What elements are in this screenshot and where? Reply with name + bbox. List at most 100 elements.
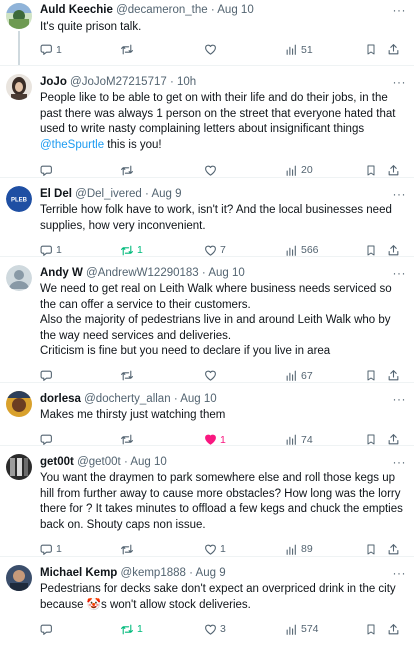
like-button[interactable]	[204, 162, 220, 178]
tweet-text-part: this is you!	[104, 138, 162, 151]
like-button[interactable]: 7	[204, 242, 226, 258]
author-name[interactable]: JoJo	[40, 76, 67, 88]
action-bar: 1 1 7 566	[40, 242, 406, 258]
retweet-button[interactable]	[120, 162, 137, 178]
like-button[interactable]	[204, 42, 220, 58]
bookmark-button[interactable]	[365, 42, 377, 58]
tweet-header: Michael Kemp @kemp1888 · Aug 9	[40, 557, 406, 580]
share-button[interactable]	[387, 162, 400, 178]
tweet[interactable]: Michael Kemp @kemp1888 · Aug 9 ··· Pedes…	[0, 557, 414, 650]
author-name[interactable]: Auld Keechie	[40, 4, 113, 16]
more-icon[interactable]: ···	[393, 76, 407, 88]
retweet-button[interactable]: 1	[120, 242, 143, 258]
author-name[interactable]: get00t	[40, 456, 74, 468]
more-icon[interactable]: ···	[393, 567, 407, 579]
avatar[interactable]	[6, 565, 32, 591]
more-icon[interactable]: ···	[393, 267, 407, 279]
tweet[interactable]: PLEB El Del @Del_ivered · Aug 9 ··· Terr…	[0, 178, 414, 257]
tweet[interactable]: dorlesa @docherty_allan · Aug 10 ··· Mak…	[0, 383, 414, 446]
reply-button[interactable]: 1	[40, 541, 62, 557]
retweet-button[interactable]	[120, 368, 137, 384]
like-button[interactable]: 3	[204, 621, 226, 637]
reply-button[interactable]: 1	[40, 42, 62, 58]
share-button[interactable]	[387, 621, 400, 637]
views-button[interactable]: 67	[285, 368, 313, 384]
author-name[interactable]: Michael Kemp	[40, 567, 117, 579]
retweet-icon	[121, 624, 133, 635]
tweet-header: Andy W @AndrewW12290183 · Aug 10	[40, 257, 406, 280]
tweet-text-part: s won't allow stock deliveries.	[101, 598, 251, 611]
timestamp[interactable]: Aug 10	[130, 456, 166, 468]
action-bar: 1 1 89	[40, 541, 406, 557]
share-button[interactable]	[387, 368, 400, 384]
timestamp[interactable]: Aug 10	[217, 4, 253, 16]
author-handle[interactable]: @kemp1888	[121, 567, 186, 579]
retweet-button[interactable]: 1	[120, 621, 143, 637]
retweet-button[interactable]	[120, 541, 137, 557]
avatar[interactable]	[6, 391, 32, 417]
views-button[interactable]: 20	[285, 162, 313, 178]
author-name[interactable]: El Del	[40, 188, 72, 200]
timestamp[interactable]: Aug 9	[196, 567, 226, 579]
like-count: 1	[220, 543, 226, 556]
share-button[interactable]	[387, 42, 400, 58]
avatar[interactable]: PLEB	[6, 186, 32, 212]
reply-button[interactable]	[40, 621, 56, 637]
timestamp[interactable]: Aug 10	[180, 393, 216, 405]
tweet[interactable]: get00t @get00t · Aug 10 ··· You want the…	[0, 446, 414, 557]
retweet-icon	[121, 165, 133, 176]
bookmark-button[interactable]	[365, 242, 377, 258]
views-count: 74	[301, 433, 313, 446]
tweet-header: El Del @Del_ivered · Aug 9	[40, 178, 406, 201]
avatar[interactable]	[6, 3, 32, 29]
mention-link[interactable]: @theSpurtle	[40, 139, 104, 151]
separator: ·	[145, 188, 149, 200]
share-icon	[388, 244, 399, 256]
tweet-text: People like to be able to get on with th…	[40, 91, 406, 153]
retweet-icon	[121, 434, 133, 445]
bookmark-button[interactable]	[365, 621, 377, 637]
author-handle[interactable]: @decameron_the	[116, 4, 208, 16]
tweet[interactable]: Andy W @AndrewW12290183 · Aug 10 ··· We …	[0, 257, 414, 383]
timestamp[interactable]: Aug 10	[208, 267, 244, 279]
tweet[interactable]: Auld Keechie @decameron_the · Aug 10 ···…	[0, 0, 414, 66]
more-icon[interactable]: ···	[393, 456, 407, 468]
share-button[interactable]	[387, 541, 400, 557]
reply-feed: Auld Keechie @decameron_the · Aug 10 ···…	[0, 0, 414, 650]
bookmark-button[interactable]	[365, 368, 377, 384]
like-count: 1	[220, 433, 226, 446]
author-handle[interactable]: @get00t	[77, 456, 121, 468]
reply-button[interactable]	[40, 162, 56, 178]
more-icon[interactable]: ···	[393, 393, 407, 405]
views-count: 566	[301, 244, 319, 257]
more-icon[interactable]: ···	[393, 188, 407, 200]
author-handle[interactable]: @docherty_allan	[84, 393, 170, 405]
avatar[interactable]	[6, 74, 32, 100]
more-icon[interactable]: ···	[393, 4, 407, 16]
author-handle[interactable]: @AndrewW12290183	[86, 267, 199, 279]
author-name[interactable]: Andy W	[40, 267, 83, 279]
reply-button[interactable]	[40, 368, 56, 384]
tweet[interactable]: JoJo @JoJoM27215717 · 10h ··· People lik…	[0, 66, 414, 178]
like-button[interactable]: 1	[204, 541, 226, 557]
views-button[interactable]: 574	[285, 621, 319, 637]
timestamp[interactable]: 10h	[177, 76, 196, 88]
views-button[interactable]: 51	[285, 42, 313, 58]
like-button[interactable]	[204, 368, 220, 384]
bookmark-button[interactable]	[365, 541, 377, 557]
bookmark-button[interactable]	[365, 162, 377, 178]
retweet-button[interactable]	[120, 42, 137, 58]
timestamp[interactable]: Aug 9	[151, 188, 181, 200]
reply-button[interactable]: 1	[40, 242, 62, 258]
views-button[interactable]: 89	[285, 541, 313, 557]
share-button[interactable]	[387, 242, 400, 258]
author-name[interactable]: dorlesa	[40, 393, 81, 405]
views-icon	[286, 371, 296, 382]
avatar[interactable]	[6, 454, 32, 480]
views-button[interactable]: 566	[285, 242, 319, 258]
author-handle[interactable]: @Del_ivered	[75, 188, 142, 200]
reply-count: 1	[56, 43, 62, 56]
share-icon	[388, 44, 399, 55]
avatar[interactable]	[6, 265, 32, 291]
author-handle[interactable]: @JoJoM27215717	[70, 76, 167, 88]
